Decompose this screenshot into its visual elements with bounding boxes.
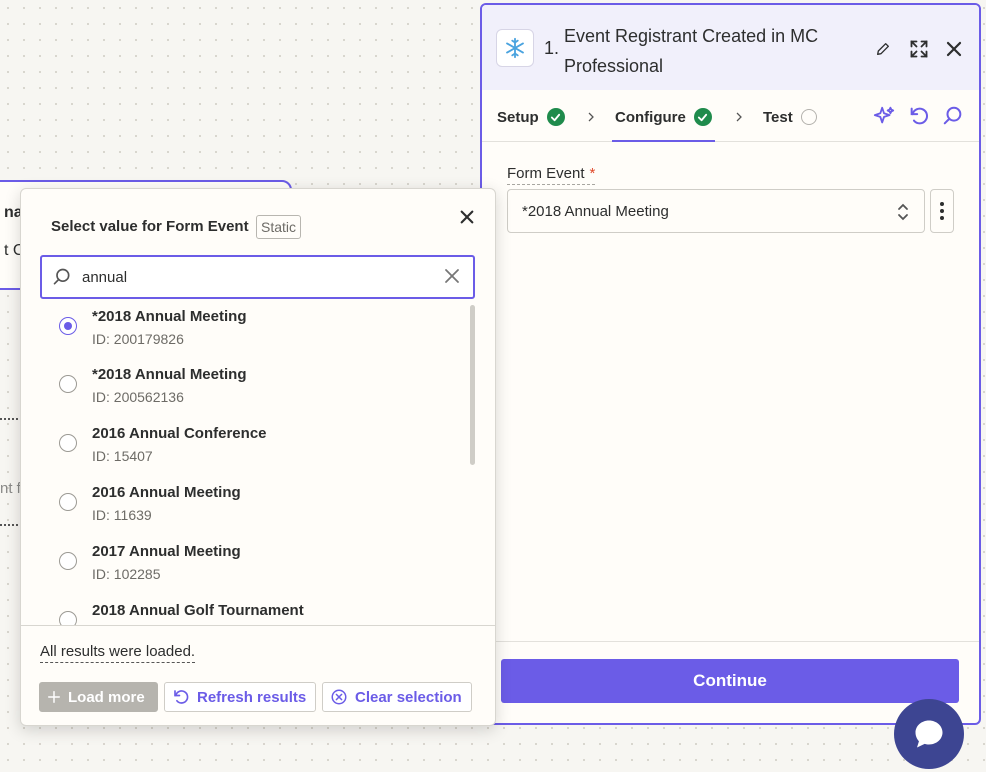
required-mark: * [589, 165, 596, 182]
step-panel: 1. Event Registrant Created in MC Profes… [480, 3, 981, 725]
form-event-select[interactable]: *2018 Annual Meeting [507, 189, 925, 233]
close-icon[interactable] [942, 37, 966, 61]
chevron-updown-icon [898, 203, 908, 221]
list-item[interactable]: 2017 Annual Meeting ID: 102285 [21, 538, 461, 596]
chat-bubble-icon [915, 720, 943, 748]
search-icon[interactable] [940, 103, 966, 129]
close-icon[interactable] [455, 205, 479, 229]
button-label: Refresh results [197, 688, 307, 706]
result-name: *2018 Annual Meeting [92, 308, 247, 325]
check-circle-icon [546, 108, 565, 126]
expand-icon[interactable] [907, 37, 931, 61]
step-title: Event Registrant Created in MC Professio… [564, 26, 819, 76]
radio-selected[interactable] [59, 317, 77, 335]
result-name: 2018 Annual Golf Tournament [92, 602, 304, 619]
clear-search-icon[interactable] [443, 267, 461, 285]
radio[interactable] [59, 552, 77, 570]
radio[interactable] [59, 434, 77, 452]
list-item[interactable]: *2018 Annual Meeting ID: 200179826 [21, 303, 461, 361]
tab-configure[interactable]: Configure [612, 93, 715, 142]
search-input[interactable] [82, 265, 422, 289]
dropdown-divider [21, 625, 495, 626]
step-header: 1. Event Registrant Created in MC Profes… [482, 5, 979, 90]
radio[interactable] [59, 493, 77, 511]
list-item[interactable]: *2018 Annual Meeting ID: 200562136 [21, 361, 461, 419]
radio[interactable] [59, 375, 77, 393]
list-item[interactable]: 2016 Annual Meeting ID: 11639 [21, 479, 461, 537]
form-event-dropdown: Select value for Form Event Static *2018… [20, 188, 496, 726]
step-number: 1. [544, 38, 560, 58]
result-name: 2016 Annual Meeting [92, 484, 241, 501]
sparkle-icon[interactable] [871, 103, 897, 129]
pending-circle-icon [800, 109, 817, 125]
refresh-icon [174, 690, 189, 704]
form-event-label: Form Event * [507, 165, 596, 185]
load-more-button[interactable]: Load more [39, 682, 158, 712]
result-id: ID: 15407 [92, 448, 153, 464]
result-id: ID: 200179826 [92, 331, 184, 347]
result-id: ID: 11639 [92, 507, 152, 523]
result-name: *2018 Annual Meeting [92, 366, 247, 383]
tab-label: Setup [497, 108, 539, 126]
result-name: 2016 Annual Conference [92, 425, 267, 442]
radio[interactable] [59, 611, 77, 625]
button-label: Clear selection [355, 688, 462, 706]
result-id: ID: 102285 [92, 566, 161, 582]
continue-button[interactable]: Continue [501, 659, 959, 703]
tab-test[interactable]: Test [763, 93, 817, 141]
step-tabs: Setup Configure Test [482, 93, 979, 142]
canvas-dotted-line [0, 524, 22, 526]
chevron-right-icon [736, 112, 742, 122]
search-icon [53, 268, 70, 285]
chat-launcher-button[interactable] [894, 699, 964, 769]
canvas-dotted-line [0, 418, 22, 420]
results-scrollbar[interactable] [470, 305, 475, 465]
tab-label: Test [763, 108, 793, 126]
static-badge: Static [256, 215, 302, 239]
clear-selection-button[interactable]: Clear selection [322, 682, 472, 712]
check-circle-icon [693, 108, 712, 126]
tab-label: Configure [615, 108, 686, 126]
results-list: *2018 Annual Meeting ID: 200179826 *2018… [21, 303, 495, 625]
plus-icon [48, 691, 60, 703]
result-id: ID: 200562136 [92, 389, 184, 405]
pencil-icon[interactable] [871, 37, 895, 61]
search-field [40, 255, 475, 299]
result-name: 2017 Annual Meeting [92, 543, 241, 560]
undo-icon[interactable] [906, 103, 932, 129]
list-item[interactable]: 2018 Annual Golf Tournament [21, 597, 461, 625]
canvas-text-fragment: nt f [0, 480, 21, 497]
selected-value: *2018 Annual Meeting [522, 202, 669, 220]
results-status: All results were loaded. [40, 643, 196, 663]
more-options-button[interactable] [930, 189, 954, 233]
refresh-results-button[interactable]: Refresh results [164, 682, 316, 712]
chevron-right-icon [588, 112, 594, 122]
snowflake-icon [496, 29, 534, 67]
list-item[interactable]: 2016 Annual Conference ID: 15407 [21, 420, 461, 478]
clear-circle-icon [331, 689, 347, 705]
dropdown-title: Select value for Form Event [51, 218, 249, 235]
button-label: Load more [68, 688, 145, 706]
tab-setup[interactable]: Setup [497, 93, 565, 141]
panel-footer-divider [482, 641, 979, 642]
